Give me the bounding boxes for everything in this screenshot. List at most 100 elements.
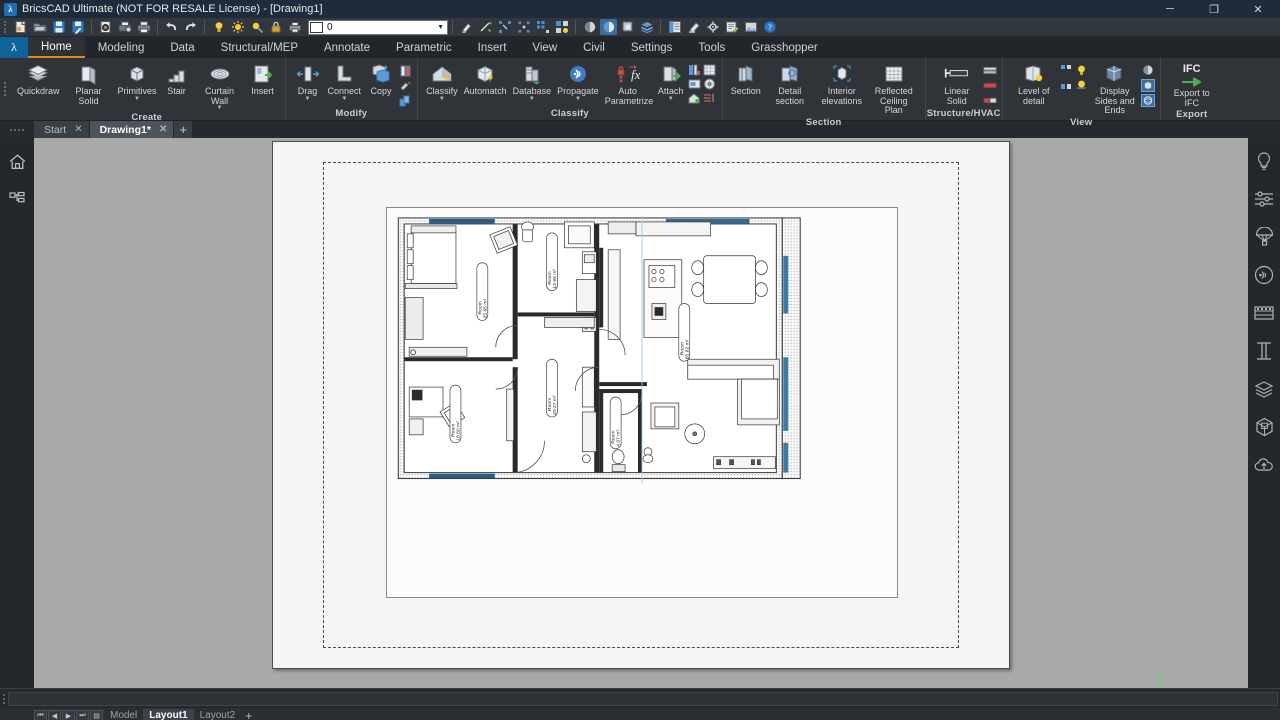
- settings-icon[interactable]: [704, 19, 721, 35]
- measure-icon[interactable]: [515, 19, 532, 35]
- chevron-down-icon[interactable]: ▼: [437, 24, 444, 31]
- bim-spatial-icon[interactable]: [703, 77, 717, 90]
- undo-icon[interactable]: [163, 19, 180, 35]
- sliders-icon[interactable]: [1251, 184, 1277, 214]
- drag-button[interactable]: Drag ▼: [291, 61, 325, 103]
- automatch-button[interactable]: Automatch: [461, 61, 510, 98]
- layer-lock-icon[interactable]: [267, 19, 284, 35]
- new-document-tab-button[interactable]: +: [174, 121, 193, 138]
- cloud-upload-icon[interactable]: [1251, 450, 1277, 480]
- bim-room-icon[interactable]: [688, 91, 702, 104]
- visual-style-icon[interactable]: [619, 19, 636, 35]
- layer-on-icon[interactable]: [210, 19, 227, 35]
- box-icon[interactable]: [1251, 412, 1277, 442]
- document-tab-grip[interactable]: [0, 121, 34, 138]
- match-properties-icon[interactable]: [458, 19, 475, 35]
- maximize-button[interactable]: ❐: [1192, 0, 1236, 18]
- close-icon[interactable]: ✕: [159, 124, 167, 135]
- quick-select-icon[interactable]: [496, 19, 513, 35]
- i-beam-icon[interactable]: [1251, 336, 1277, 366]
- planar-solid-button[interactable]: Planar Solid: [63, 61, 115, 107]
- parachute-icon[interactable]: [1251, 222, 1277, 252]
- ribbon-app-button[interactable]: λ: [0, 37, 28, 58]
- minimize-button[interactable]: ─: [1148, 0, 1192, 18]
- properties-icon[interactable]: [666, 19, 683, 35]
- chevron-down-icon[interactable]: ▼: [341, 96, 347, 102]
- tab-modeling[interactable]: Modeling: [85, 37, 158, 58]
- tab-home[interactable]: Home: [28, 37, 85, 58]
- tab-structural-mep[interactable]: Structural/MEP: [208, 37, 311, 58]
- bim-tag-icon[interactable]: [688, 77, 702, 90]
- eraser-icon[interactable]: [685, 19, 702, 35]
- hvac-beam-icon[interactable]: [983, 79, 997, 92]
- tab-civil[interactable]: Civil: [570, 37, 618, 58]
- window-icon[interactable]: [1251, 298, 1277, 328]
- lod-custom-icon[interactable]: [1075, 77, 1089, 90]
- shade-icon[interactable]: [581, 19, 598, 35]
- auto-parametrize-button[interactable]: fx Auto Parametrize: [602, 61, 654, 107]
- document-tab-drawing1[interactable]: Drawing1* ✕: [89, 121, 174, 138]
- array-icon[interactable]: [534, 19, 551, 35]
- tab-annotate[interactable]: Annotate: [311, 37, 383, 58]
- export-to-ifc-button[interactable]: IFC Export to IFC: [1166, 61, 1218, 109]
- insert-button[interactable]: Insert: [246, 61, 280, 98]
- lod-low-icon[interactable]: [1060, 63, 1074, 76]
- chevron-down-icon[interactable]: ▼: [305, 96, 311, 102]
- layout-tab-layout2[interactable]: Layout2: [194, 709, 242, 720]
- bim-copy-icon[interactable]: [398, 64, 412, 77]
- print-icon[interactable]: [135, 19, 152, 35]
- document-tab-start[interactable]: Start ✕: [34, 121, 89, 138]
- save-as-icon[interactable]: [69, 19, 86, 35]
- drawing-canvas[interactable]: Room 25.65 m² Room 13.65 m² Room 65.62 m…: [34, 138, 1248, 688]
- layer-selector[interactable]: 0 ▼: [308, 19, 448, 35]
- visual-box-icon[interactable]: [1140, 79, 1155, 92]
- visual-orbit-icon[interactable]: [1140, 94, 1155, 107]
- tab-data[interactable]: Data: [157, 37, 207, 58]
- section-button[interactable]: Section: [728, 61, 764, 98]
- prev-layout-button[interactable]: ◀: [48, 709, 61, 720]
- layer-plot-icon[interactable]: [286, 19, 303, 35]
- layer-current-icon[interactable]: [229, 19, 246, 35]
- chevron-down-icon[interactable]: ▼: [439, 96, 445, 102]
- lod-medium-icon[interactable]: [1075, 63, 1089, 76]
- layout-tab-model[interactable]: Model: [104, 709, 143, 720]
- signal-icon[interactable]: [1251, 260, 1277, 290]
- export-icon[interactable]: [97, 19, 114, 35]
- bim-profile-icon[interactable]: [688, 63, 702, 76]
- copy-button[interactable]: Copy: [364, 61, 398, 98]
- quickdraw-button[interactable]: Quickdraw: [14, 61, 63, 98]
- command-line-grip[interactable]: [0, 693, 8, 705]
- tab-insert[interactable]: Insert: [465, 37, 520, 58]
- bim-list-icon[interactable]: [703, 91, 717, 104]
- chevron-down-icon[interactable]: ▼: [668, 96, 674, 102]
- toolbar-grip[interactable]: [2, 20, 8, 34]
- sheetset-icon[interactable]: [723, 19, 740, 35]
- close-icon[interactable]: ✕: [74, 124, 82, 135]
- help-icon[interactable]: ?: [761, 19, 778, 35]
- layout-tab-layout1[interactable]: Layout1: [143, 708, 194, 720]
- linear-solid-button[interactable]: Linear Solid: [931, 61, 983, 107]
- layer-freeze-icon[interactable]: [248, 19, 265, 35]
- curtain-wall-button[interactable]: Curtain Wall ▼: [194, 61, 246, 112]
- add-layout-button[interactable]: +: [241, 709, 256, 720]
- block-icon[interactable]: [553, 19, 570, 35]
- plot-preview-icon[interactable]: [116, 19, 133, 35]
- tab-grasshopper[interactable]: Grasshopper: [738, 37, 830, 58]
- tab-settings[interactable]: Settings: [618, 37, 686, 58]
- ribbon-grip[interactable]: [0, 58, 9, 120]
- layers-icon[interactable]: [638, 19, 655, 35]
- bim-stack-icon[interactable]: [398, 94, 412, 107]
- propagate-button[interactable]: Propagate ▼: [554, 61, 602, 103]
- layers-icon[interactable]: [1251, 374, 1277, 404]
- draw-order-icon[interactable]: [477, 19, 494, 35]
- new-drawing-icon[interactable]: [12, 19, 29, 35]
- database-button[interactable]: Database ▼: [510, 61, 555, 103]
- structure-tree-icon[interactable]: [4, 185, 30, 215]
- open-drawing-icon[interactable]: [31, 19, 48, 35]
- render-icon[interactable]: [600, 19, 617, 35]
- bim-split-icon[interactable]: [398, 79, 412, 92]
- primitives-button[interactable]: Primitives ▼: [115, 61, 160, 103]
- hvac-pipe-icon[interactable]: [983, 94, 997, 107]
- close-button[interactable]: ✕: [1236, 0, 1280, 18]
- connect-button[interactable]: Connect ▼: [325, 61, 365, 103]
